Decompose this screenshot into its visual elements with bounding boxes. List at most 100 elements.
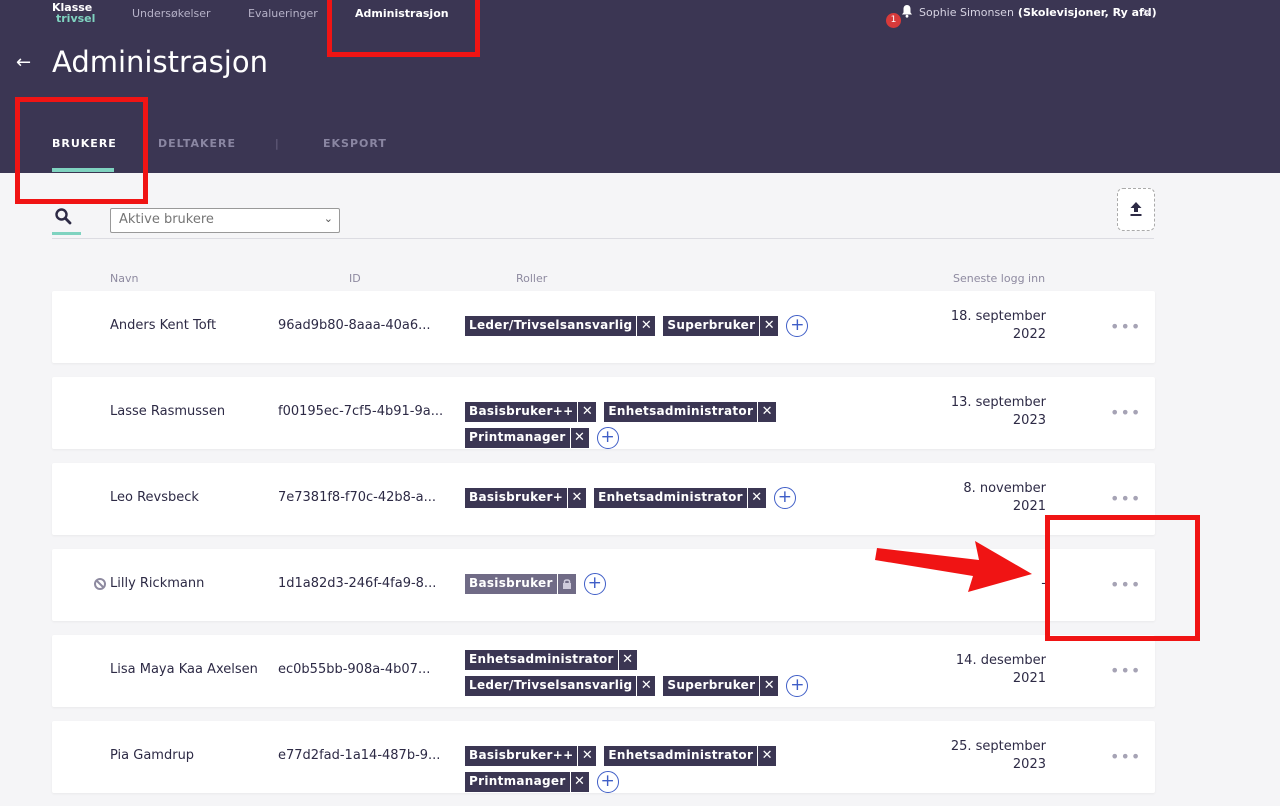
add-role-button[interactable]: + xyxy=(773,487,796,509)
chevron-down-icon: ⌄ xyxy=(323,212,333,225)
nav-undersokelser[interactable]: Undersøkelser xyxy=(132,7,211,20)
last-login-date: 25. september xyxy=(950,739,1046,754)
last-login-date: 13. september xyxy=(950,395,1046,410)
role-tag: Superbruker ✕ xyxy=(663,676,779,696)
last-login-cell: 8. november 2021 xyxy=(932,480,1046,516)
role-label: Leder/Trivselsansvarlig xyxy=(469,678,633,692)
table-row[interactable]: Anders Kent Toft 96ad9b80-8aaa-40a6... L… xyxy=(52,291,1155,363)
remove-role-icon[interactable]: ✕ xyxy=(577,402,596,422)
lock-icon xyxy=(556,574,576,594)
search-underline xyxy=(52,232,81,235)
role-tag: Basisbruker xyxy=(465,574,576,594)
user-id-cell: e77d2fad-1a14-487b-9... xyxy=(278,748,441,763)
klassetrivsel-logo[interactable]: Klasse trivsel xyxy=(52,2,95,24)
add-role-button[interactable]: + xyxy=(596,771,619,793)
user-organization: (Skolevisjoner, Ry afd) xyxy=(1017,6,1157,19)
remove-role-icon[interactable]: ✕ xyxy=(757,746,776,766)
roles-cell: Basisbruker+ ✕ Enhetsadministrator ✕ + xyxy=(465,487,905,509)
roles-cell: Basisbruker++ ✕ Enhetsadministrator ✕ Prin… xyxy=(465,402,905,449)
add-role-button[interactable]: + xyxy=(583,573,606,595)
role-tag: Enhetsadministrator ✕ xyxy=(594,488,766,508)
column-header-last-login[interactable]: Seneste logg inn xyxy=(953,272,1045,285)
more-options-icon[interactable]: ••• xyxy=(1110,747,1141,766)
last-login-year: 2021 xyxy=(1012,671,1046,686)
column-header-roles[interactable]: Roller xyxy=(516,272,547,285)
add-role-button[interactable]: + xyxy=(786,675,809,697)
user-menu[interactable]: Sophie Simonsen (Skolevisjoner, Ry afd) xyxy=(919,6,1157,19)
chevron-right-icon[interactable]: > xyxy=(1142,5,1152,19)
remove-role-icon[interactable]: ✕ xyxy=(759,676,778,696)
tab-deltakere[interactable]: DELTAKERE xyxy=(158,137,236,150)
user-status-filter-select[interactable]: Aktive brukere ⌄ xyxy=(110,208,340,233)
filter-selected-value: Aktive brukere xyxy=(119,212,214,227)
back-arrow-icon[interactable]: ← xyxy=(16,52,31,73)
table-row[interactable]: Lasse Rasmussen f00195ec-7cf5-4b91-9a...… xyxy=(52,377,1155,449)
role-label: Enhetsadministrator xyxy=(469,652,614,666)
role-label: Printmanager xyxy=(469,774,566,788)
more-options-icon[interactable]: ••• xyxy=(1110,403,1141,422)
role-tag: Enhetsadministrator ✕ xyxy=(604,746,777,766)
user-name: Sophie Simonsen xyxy=(919,6,1014,19)
user-id-cell: f00195ec-7cf5-4b91-9a... xyxy=(278,404,444,419)
search-icon[interactable] xyxy=(54,207,74,227)
last-login-cell: 14. desember 2021 xyxy=(932,652,1046,688)
last-login-cell: 25. september 2023 xyxy=(932,738,1046,774)
role-tag: Enhetsadministrator ✕ xyxy=(465,650,637,670)
user-id-cell: 96ad9b80-8aaa-40a6... xyxy=(278,318,431,333)
add-role-button[interactable]: + xyxy=(596,427,619,449)
role-label: Basisbruker+ xyxy=(469,490,564,504)
roles-cell: Basisbruker++ ✕ Enhetsadministrator ✕ Prin… xyxy=(465,746,905,793)
role-label: Basisbruker xyxy=(469,576,553,590)
table-row[interactable]: Lisa Maya Kaa Axelsen ec0b55bb-908a-4b07… xyxy=(52,635,1155,707)
last-login-cell: 13. september 2023 xyxy=(932,394,1046,430)
role-label: Leder/Trivselsansvarlig xyxy=(469,318,633,332)
column-header-id[interactable]: ID xyxy=(349,272,361,285)
remove-role-icon[interactable]: ✕ xyxy=(636,316,655,336)
last-login-year: 2023 xyxy=(1012,757,1046,772)
more-options-icon[interactable]: ••• xyxy=(1110,489,1141,508)
bell-icon xyxy=(902,5,912,18)
column-header-name[interactable]: Navn xyxy=(110,272,138,285)
add-role-button[interactable]: + xyxy=(786,315,809,337)
role-label: Enhetsadministrator xyxy=(608,404,754,418)
remove-role-icon[interactable]: ✕ xyxy=(757,402,776,422)
blocked-user-icon xyxy=(94,578,106,590)
last-login-cell: 18. september 2022 xyxy=(932,308,1046,344)
notifications-button[interactable]: 1 xyxy=(885,3,917,29)
annotation-highlight-menu xyxy=(1045,515,1200,641)
remove-role-icon[interactable]: ✕ xyxy=(569,428,589,448)
remove-role-icon[interactable]: ✕ xyxy=(567,488,586,508)
last-login-year: 2021 xyxy=(1012,499,1046,514)
nav-evalueringer[interactable]: Evalueringer xyxy=(248,7,318,20)
more-options-icon[interactable]: ••• xyxy=(1110,317,1141,336)
role-tag: Basisbruker+ ✕ xyxy=(465,488,587,508)
role-label: Enhetsadministrator xyxy=(608,748,754,762)
user-id-cell: ec0b55bb-908a-4b07... xyxy=(278,662,431,677)
role-tag: Leder/Trivselsansvarlig ✕ xyxy=(465,676,656,696)
remove-role-icon[interactable]: ✕ xyxy=(746,488,766,508)
user-name-cell: Lasse Rasmussen xyxy=(110,404,226,419)
role-tag: Basisbruker++ ✕ xyxy=(465,402,597,422)
user-name-cell: Lisa Maya Kaa Axelsen xyxy=(110,662,258,677)
more-options-icon[interactable]: ••• xyxy=(1110,661,1141,680)
table-row[interactable]: Leo Revsbeck 7e7381f8-f70c-42b8-a... Bas… xyxy=(52,463,1155,535)
tab-separator: | xyxy=(275,137,279,150)
tab-eksport[interactable]: EKSPORT xyxy=(323,137,387,150)
remove-role-icon[interactable]: ✕ xyxy=(569,772,589,792)
roles-cell: Basisbruker + xyxy=(465,573,905,595)
user-name-cell: Pia Gamdrup xyxy=(110,748,195,763)
table-row[interactable]: Pia Gamdrup e77d2fad-1a14-487b-9... Basi… xyxy=(52,721,1155,793)
remove-role-icon[interactable]: ✕ xyxy=(636,676,655,696)
remove-role-icon[interactable]: ✕ xyxy=(759,316,778,336)
remove-role-icon[interactable]: ✕ xyxy=(577,746,596,766)
role-tag: Leder/Trivselsansvarlig ✕ xyxy=(465,316,656,336)
page-title: Administrasjon xyxy=(52,45,268,79)
role-label: Printmanager xyxy=(469,430,566,444)
export-upload-button[interactable] xyxy=(1117,188,1155,231)
role-label: Enhetsadministrator xyxy=(598,490,743,504)
last-login-date: 14. desember xyxy=(955,653,1046,668)
logo-text-bottom: trivsel xyxy=(56,12,96,25)
role-label: Superbruker xyxy=(667,678,756,692)
remove-role-icon[interactable]: ✕ xyxy=(617,650,637,670)
user-name-cell: Lilly Rickmann xyxy=(110,576,205,591)
